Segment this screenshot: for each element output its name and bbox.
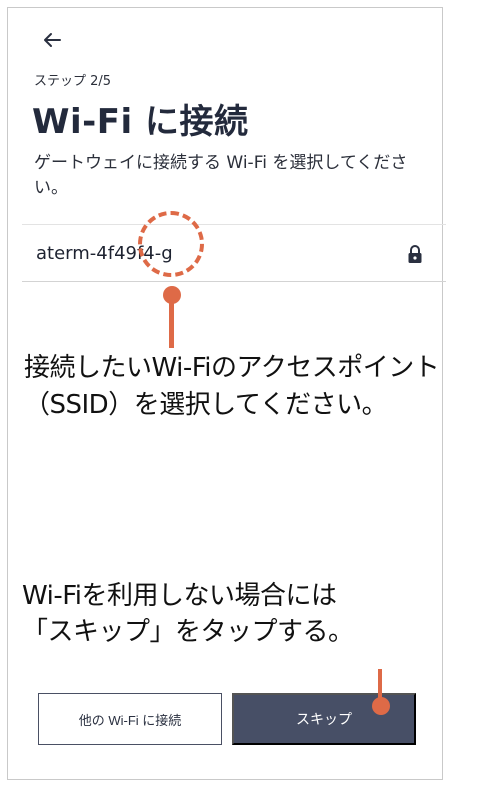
callout-line: 接続したいWi-Fiのアクセスポイント bbox=[24, 353, 440, 383]
pointer-line bbox=[169, 296, 174, 348]
skip-callout: Wi-Fiを利用しない場合には 「スキップ」をタップする。 bbox=[22, 578, 354, 650]
select-ssid-callout: 接続したいWi-Fiのアクセスポイント （SSID）を選択してください。 bbox=[24, 350, 440, 424]
divider bbox=[22, 281, 446, 282]
callout-line: （SSID）を選択してください。 bbox=[24, 390, 388, 420]
wifi-network-item[interactable]: aterm-4f49f4-g bbox=[22, 225, 446, 281]
connect-other-wifi-button[interactable]: 他の Wi-Fi に接続 bbox=[38, 693, 222, 745]
callout-line: Wi-Fiを利用しない場合には bbox=[22, 581, 337, 611]
lock-icon bbox=[408, 245, 422, 263]
pointer-dot bbox=[372, 697, 390, 715]
step-indicator: ステップ 2/5 bbox=[34, 74, 112, 89]
page-description: ゲートウェイに接続する Wi-Fi を選択してください。 bbox=[34, 153, 408, 198]
callout-line: 「スキップ」をタップする。 bbox=[22, 617, 354, 647]
highlight-circle bbox=[138, 211, 204, 277]
page-title: Wi-Fi に接続 bbox=[32, 102, 249, 142]
arrow-left-icon[interactable] bbox=[40, 28, 64, 52]
